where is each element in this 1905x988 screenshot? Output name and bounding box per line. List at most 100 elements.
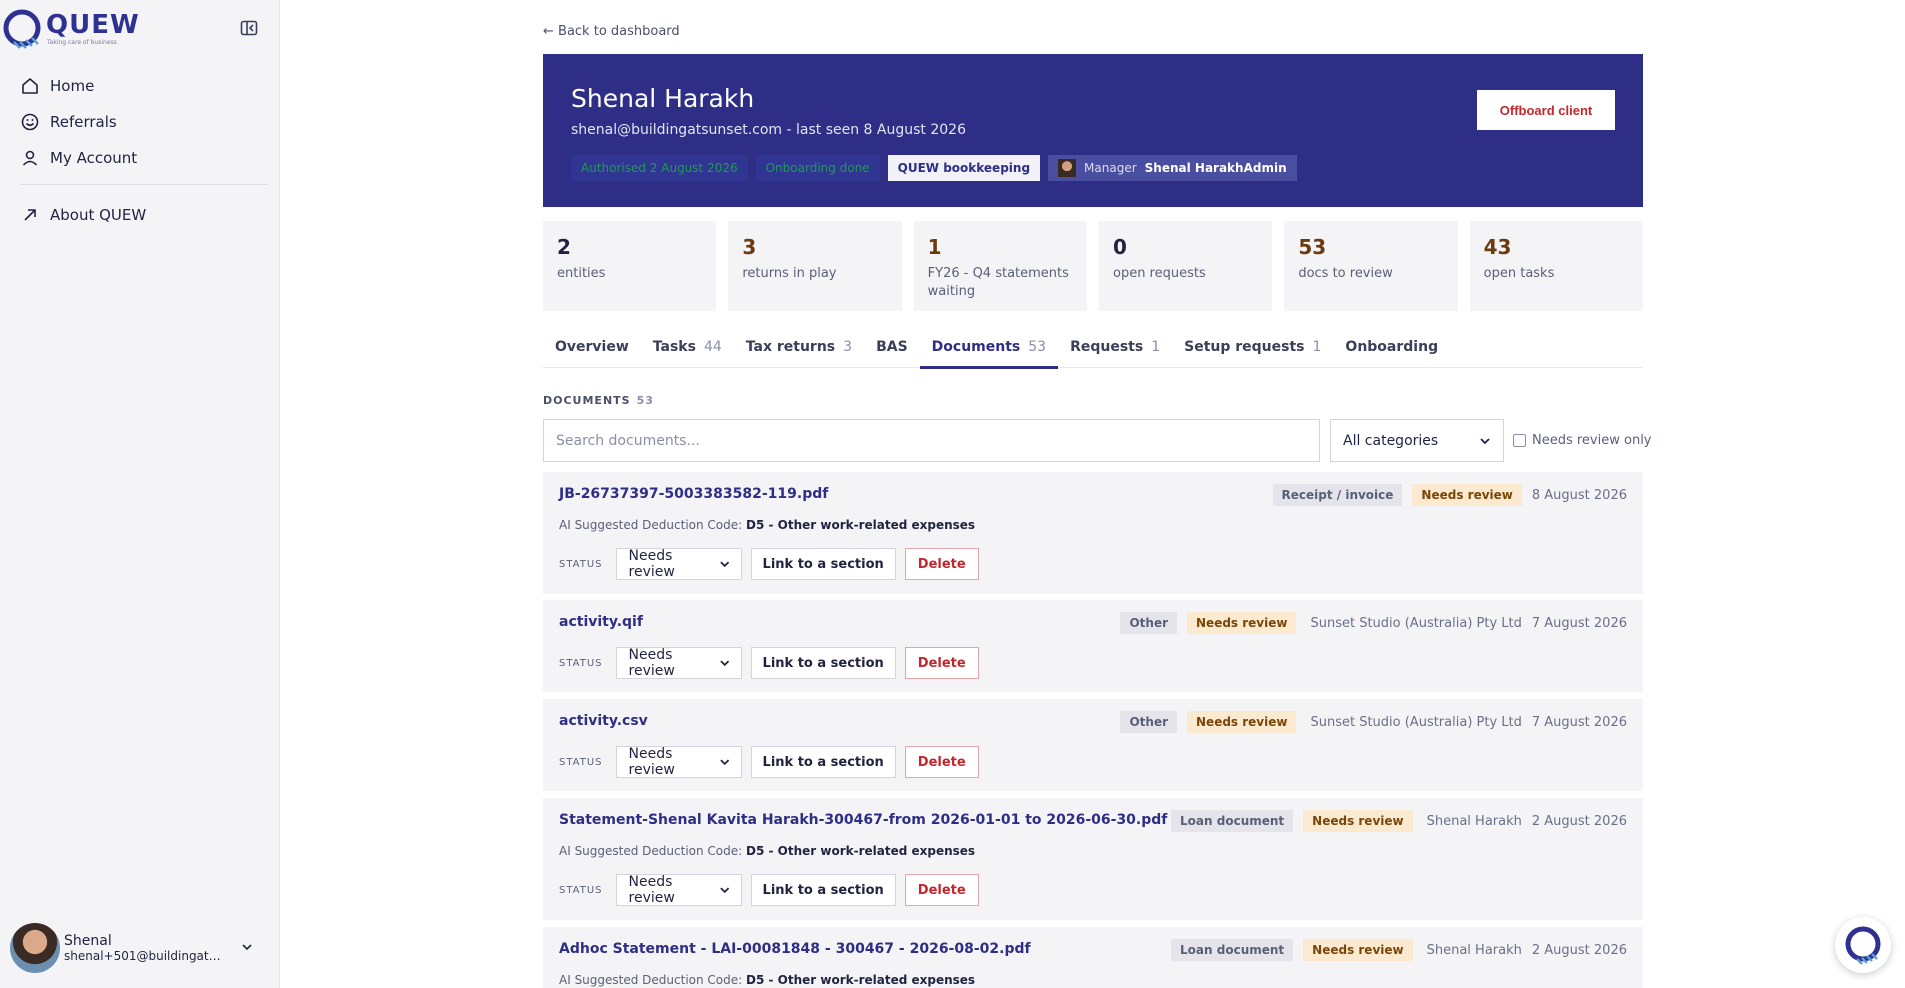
- delete-button[interactable]: Delete: [904, 746, 979, 778]
- stat-card-entities[interactable]: 2 entities: [543, 221, 717, 311]
- chat-launcher-button[interactable]: [1835, 917, 1891, 973]
- tab-count: 44: [703, 339, 722, 355]
- tab-label: Documents: [931, 339, 1021, 355]
- stat-label: open requests: [1112, 266, 1206, 281]
- documents-section-title: DOCUMENTS 53: [543, 394, 654, 407]
- brand-tagline: Taking care of business: [47, 39, 117, 46]
- sidebar-item-referrals[interactable]: Referrals: [20, 104, 268, 140]
- category-badge: Other: [1120, 711, 1178, 733]
- back-to-dashboard-link[interactable]: ← Back to dashboard: [543, 24, 680, 39]
- quew-logo[interactable]: QUEW Taking care of business: [0, 4, 160, 50]
- link-to-section-button[interactable]: Link to a section: [750, 874, 896, 906]
- stat-value: 3: [742, 235, 757, 259]
- quew-logo-icon: [3, 9, 41, 49]
- document-name-link[interactable]: Statement-Shenal Kavita Harakh-300467-fr…: [559, 812, 1167, 828]
- document-date: 2 August 2026: [1531, 942, 1627, 958]
- user-menu[interactable]: Shenal shenal+501@buildingats...: [10, 920, 270, 976]
- tab-requests[interactable]: Requests 1: [1058, 326, 1172, 368]
- tab-count: 1: [1151, 339, 1161, 355]
- document-row: JB-26737397-5003383582-119.pdf Receipt /…: [543, 472, 1643, 594]
- status-label: STATUS: [559, 558, 603, 570]
- status-badge: Needs review: [1187, 711, 1297, 733]
- document-meta: Other Needs review Sunset Studio (Austra…: [1120, 612, 1627, 634]
- section-label: DOCUMENTS: [543, 394, 631, 407]
- client-badges: Authorised 2 August 2026 Onboarding done…: [571, 155, 1297, 181]
- stat-label: FY26 - Q4 statements waiting: [927, 266, 1069, 299]
- category-select[interactable]: All categories: [1330, 419, 1504, 462]
- checkbox-box[interactable]: [1513, 434, 1526, 447]
- ai-label: AI Suggested Deduction Code:: [559, 973, 743, 987]
- sidebar-item-my-account[interactable]: My Account: [20, 140, 268, 176]
- document-meta: Loan document Needs review Shenal Harakh…: [1171, 810, 1627, 832]
- stat-card-tasks[interactable]: 43 open tasks: [1469, 221, 1643, 311]
- authorised-badge: Authorised 2 August 2026: [571, 155, 748, 181]
- client-header: Shenal Harakh shenal@buildingatsunset.co…: [543, 54, 1643, 207]
- link-to-section-button[interactable]: Link to a section: [750, 647, 896, 679]
- document-name-link[interactable]: JB-26737397-5003383582-119.pdf: [559, 486, 828, 502]
- link-to-section-button[interactable]: Link to a section: [750, 746, 896, 778]
- service-badge: QUEW bookkeeping: [887, 155, 1041, 181]
- tab-bas[interactable]: BAS: [864, 326, 920, 368]
- delete-button[interactable]: Delete: [904, 647, 979, 679]
- stat-value: 0: [1112, 235, 1127, 259]
- document-row: activity.csv Other Needs review Sunset S…: [543, 699, 1643, 791]
- ai-suggestion: AI Suggested Deduction Code: D5 - Other …: [559, 518, 975, 532]
- stat-card-requests[interactable]: 0 open requests: [1098, 221, 1273, 311]
- category-selected: All categories: [1343, 432, 1439, 449]
- tab-tasks[interactable]: Tasks 44: [641, 326, 734, 368]
- sidebar-item-about[interactable]: About QUEW: [20, 197, 268, 233]
- manager-name: Shenal HarakhAdmin: [1144, 161, 1287, 175]
- document-entity: Sunset Studio (Australia) Pty Ltd: [1310, 615, 1522, 631]
- status-select[interactable]: Needs review: [615, 874, 742, 906]
- search-documents-input[interactable]: [543, 419, 1320, 462]
- tab-setup-requests[interactable]: Setup requests 1: [1172, 326, 1333, 368]
- stat-value: 2: [557, 235, 571, 259]
- sidebar-nav: Home Referrals My Account About QUEW: [20, 68, 268, 233]
- document-meta: Other Needs review Sunset Studio (Austra…: [1120, 711, 1627, 733]
- chevron-down-icon: [720, 561, 730, 568]
- collapse-sidebar-icon[interactable]: [239, 18, 259, 38]
- client-subline: shenal@buildingatsunset.com - last seen …: [571, 122, 966, 138]
- user-email: shenal+501@buildingats...: [64, 949, 224, 963]
- stat-value: 1: [927, 235, 942, 259]
- status-select[interactable]: Needs review: [615, 548, 742, 580]
- stat-card-returns[interactable]: 3 returns in play: [728, 221, 902, 311]
- offboard-client-button[interactable]: Offboard client: [1477, 90, 1615, 130]
- tab-tax-returns[interactable]: Tax returns 3: [734, 326, 864, 368]
- status-label: STATUS: [559, 756, 603, 768]
- ai-code: D5 - Other work-related expenses: [746, 844, 976, 858]
- chevron-down-icon: [720, 887, 730, 894]
- sidebar-divider: [20, 184, 268, 185]
- category-badge: Receipt / invoice: [1272, 484, 1403, 506]
- needs-review-only-checkbox[interactable]: Needs review only: [1513, 433, 1652, 448]
- document-name-link[interactable]: Adhoc Statement - LAI-00081848 - 300467 …: [559, 941, 1031, 957]
- document-meta: Receipt / invoice Needs review 8 August …: [1272, 484, 1627, 506]
- document-actions: STATUS Needs review Link to a section De…: [559, 874, 979, 906]
- sidebar-item-home[interactable]: Home: [20, 68, 268, 104]
- status-select[interactable]: Needs review: [615, 647, 742, 679]
- delete-button[interactable]: Delete: [904, 874, 979, 906]
- tab-label: Requests: [1070, 339, 1144, 355]
- user-icon: [22, 150, 38, 166]
- ai-code: D5 - Other work-related expenses: [746, 518, 976, 532]
- status-select[interactable]: Needs review: [615, 746, 742, 778]
- link-to-section-button[interactable]: Link to a section: [750, 548, 896, 580]
- stat-label: entities: [557, 266, 606, 281]
- ai-suggestion: AI Suggested Deduction Code: D5 - Other …: [559, 973, 975, 987]
- delete-button[interactable]: Delete: [904, 548, 979, 580]
- sidebar-item-label: Home: [50, 77, 95, 95]
- tab-label: Tasks: [652, 339, 696, 355]
- tab-onboarding[interactable]: Onboarding: [1333, 326, 1450, 368]
- document-date: 7 August 2026: [1531, 714, 1627, 730]
- status-label: STATUS: [559, 657, 603, 669]
- stat-card-statements[interactable]: 1 FY26 - Q4 statements waiting: [913, 221, 1087, 311]
- status-value: Needs review: [628, 874, 675, 906]
- document-name-link[interactable]: activity.csv: [559, 713, 648, 729]
- stat-card-docs[interactable]: 53 docs to review: [1284, 221, 1458, 311]
- stat-value: 43: [1483, 235, 1512, 259]
- tab-overview[interactable]: Overview: [543, 326, 641, 368]
- sidebar: QUEW Taking care of business Home Referr…: [0, 0, 280, 988]
- chevron-down-icon: [720, 660, 730, 667]
- tab-documents[interactable]: Documents 53: [919, 326, 1059, 369]
- document-name-link[interactable]: activity.qif: [559, 614, 643, 630]
